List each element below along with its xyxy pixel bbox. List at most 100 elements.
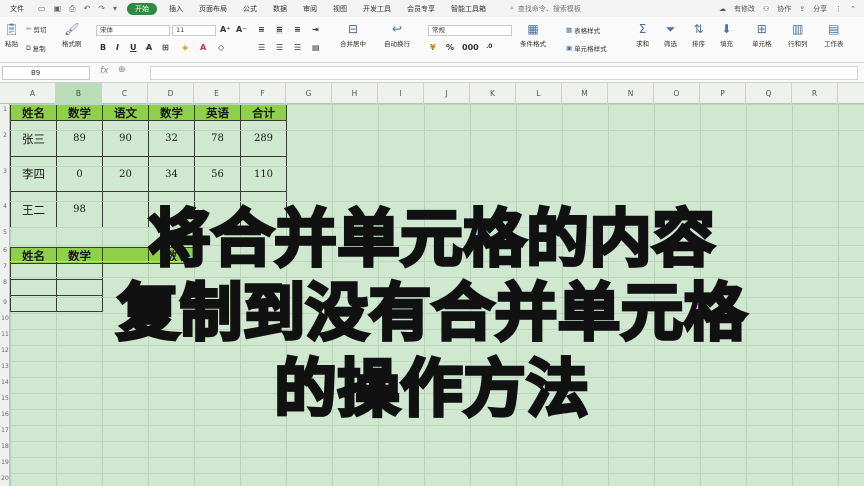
table-style-button[interactable]: ▦ 表格样式 [566,25,600,35]
fill-button[interactable]: ⬇ 填充 [720,23,733,49]
align-bottom-icon[interactable]: ≡ [294,25,301,34]
number-format-select[interactable]: 常规 [428,25,512,36]
column-header-D[interactable]: D [148,83,194,104]
column-header-K[interactable]: K [470,83,516,104]
tab-member[interactable]: 会员专享 [399,4,443,14]
indent-icon[interactable]: ⇥ [312,25,319,34]
table1-cell[interactable]: 34 [148,156,195,192]
align-center-icon[interactable]: ☰ [276,43,283,52]
align-right-icon[interactable]: ☰ [294,43,301,52]
row-header-7[interactable]: 7 [0,263,10,270]
table1-cell[interactable]: 289 [240,120,287,157]
column-header-N[interactable]: N [608,83,654,104]
collab-button[interactable]: 协作 [777,4,791,14]
table1-header-cell[interactable]: 数学 [148,104,195,121]
distributed-icon[interactable]: ▤ [312,43,320,52]
row-header-12[interactable]: 12 [0,347,10,354]
row-header-16[interactable]: 16 [0,411,10,418]
bold-icon[interactable]: B [100,43,106,52]
table1-header-cell[interactable]: 合计 [240,104,287,121]
table1-cell[interactable]: 32 [148,120,195,157]
more-icon[interactable]: ⋮ [835,5,842,13]
row-header-14[interactable]: 14 [0,379,10,386]
align-top-icon[interactable]: ≡ [258,25,265,34]
table1-cell[interactable]: 20 [102,156,149,192]
align-left-icon[interactable]: ☰ [258,43,265,52]
strikethrough-icon[interactable]: A̶ [146,43,152,52]
percent-icon[interactable]: % [446,43,454,52]
print-icon[interactable]: ⎙ [69,4,75,14]
row-header-19[interactable]: 19 [0,459,10,466]
tab-home[interactable]: 开始 [126,2,157,15]
column-header-F[interactable]: F [240,83,286,104]
decimal-icon[interactable]: .0 [486,43,492,50]
table1-cell[interactable]: 56 [194,156,241,192]
tab-review[interactable]: 审阅 [295,4,325,14]
table1-cell[interactable] [194,191,241,228]
collapse-icon[interactable]: ⌃ [850,5,856,13]
formula-input[interactable] [150,66,858,80]
table2-cell[interactable] [10,279,57,296]
filter-button[interactable]: ⏷ 筛选 [664,23,677,49]
row-header-10[interactable]: 10 [0,315,10,322]
table1-header-cell[interactable]: 数学 [56,104,103,121]
table1-header-cell[interactable]: 英语 [194,104,241,121]
table1-cell[interactable]: 90 [102,120,149,157]
table1-header-cell[interactable]: 姓名 [10,104,57,121]
tab-developer[interactable]: 开发工具 [355,4,399,14]
paste-button[interactable]: 📋︎ 粘贴 [4,23,19,49]
table1-cell[interactable]: 89 [56,120,103,157]
row-header-1[interactable]: 1 [0,106,10,113]
row-header-11[interactable]: 11 [0,331,10,338]
share-button[interactable]: 分享 [813,4,827,14]
tab-insert[interactable]: 插入 [161,4,191,14]
font-color-icon[interactable]: A [200,43,206,52]
table1-cell[interactable] [102,191,149,228]
rowcol-button[interactable]: ▥ 行和列 [788,23,808,49]
cells-button[interactable]: ⊞ 单元格 [752,23,772,49]
row-header-8[interactable]: 8 [0,279,10,286]
fx-icon[interactable]: fx [100,66,109,76]
row-header-17[interactable]: 17 [0,427,10,434]
italic-icon[interactable]: I [116,43,119,52]
table1-cell[interactable]: 王二 [10,191,57,228]
column-header-C[interactable]: C [102,83,148,104]
cut-button[interactable]: ✂ 剪切 [26,24,46,34]
tab-formula[interactable]: 公式 [235,4,265,14]
currency-icon[interactable]: ¥ [430,43,436,52]
thousands-icon[interactable]: 000 [462,43,479,52]
row-header-9[interactable]: 9 [0,299,10,306]
menu-file[interactable]: 文件 [0,4,32,14]
border-icon[interactable]: ⊞ [162,43,169,52]
table1-cell[interactable]: 98 [56,191,103,228]
column-header-M[interactable]: M [562,83,608,104]
column-header-H[interactable]: H [332,83,378,104]
table1-cell[interactable] [240,191,287,228]
table1-cell[interactable]: 李四 [10,156,57,192]
align-middle-icon[interactable]: ≡ [276,25,283,34]
row-header-15[interactable]: 15 [0,395,10,402]
column-header-O[interactable]: O [654,83,700,104]
merge-center-button[interactable]: ⊟ 合并居中 [340,23,366,49]
table1-cell[interactable]: 110 [240,156,287,192]
wrap-text-button[interactable]: ↩ 自动换行 [384,23,410,49]
column-header-G[interactable]: G [286,83,332,104]
command-search[interactable]: ⌕ 查找命令、搜索模板 [510,4,581,14]
row-header-18[interactable]: 18 [0,443,10,450]
column-header-E[interactable]: E [194,83,240,104]
sort-button[interactable]: ⇅ 排序 [692,23,705,49]
new-icon[interactable]: ▭ [38,4,46,14]
column-header-P[interactable]: P [700,83,746,104]
row-header-13[interactable]: 13 [0,363,10,370]
conditional-format-button[interactable]: ▦ 条件格式 [520,23,546,49]
row-header-3[interactable]: 3 [0,168,10,175]
worksheet-button[interactable]: ▤ 工作表 [824,23,844,49]
zoom-icon[interactable]: ⊕ [118,65,126,75]
font-name-select[interactable]: 宋体 [96,25,170,36]
row-header-2[interactable]: 2 [0,132,10,139]
tab-smart-tools[interactable]: 智能工具箱 [443,4,494,14]
table2-cell[interactable] [56,279,103,296]
column-header-J[interactable]: J [424,83,470,104]
underline-icon[interactable]: U [130,43,137,52]
font-size-select[interactable]: 11 [172,25,216,36]
